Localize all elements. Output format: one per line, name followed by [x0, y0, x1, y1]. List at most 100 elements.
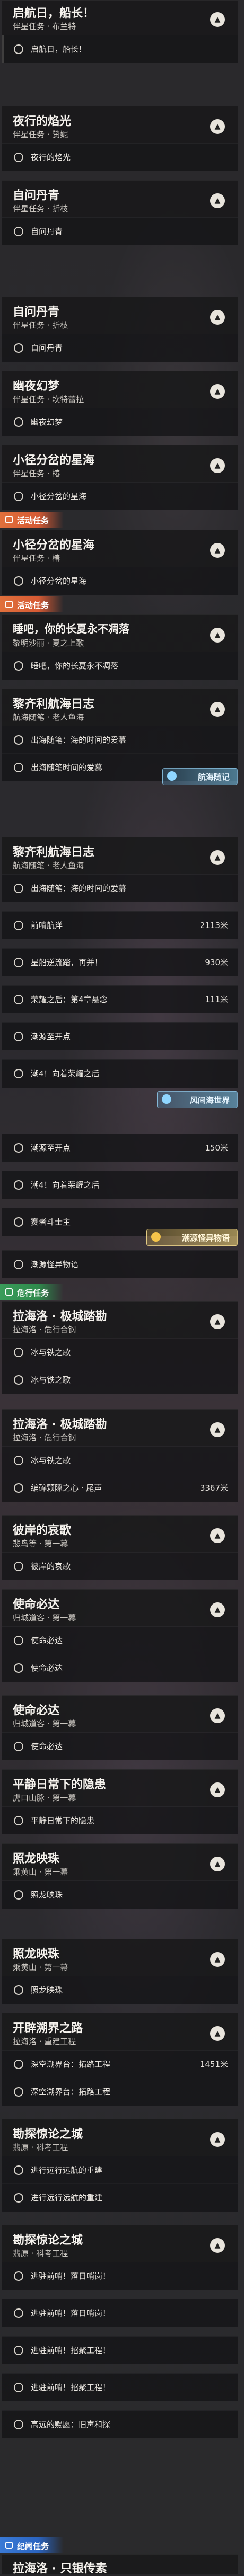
quest-card[interactable]: 小径分岔的星海 伴星任务 · 椿 ▲	[2, 445, 238, 482]
objective-row[interactable]: 潮4！向着荣耀之后	[2, 1059, 238, 1088]
chevron-up-icon[interactable]: ▲	[210, 12, 225, 27]
objective-row[interactable]: 深空溯界台：拓路工程 1451米	[2, 2050, 238, 2078]
objective-row[interactable]: 进驻前哨！落日哨岗！	[2, 2299, 238, 2327]
quest-card[interactable]: 彼岸的哀歌 悲鸟等 · 第一幕 ▲	[2, 1515, 238, 1552]
objective-circle-icon	[14, 1562, 23, 1571]
objective-label: 冰与铁之歌	[31, 1456, 71, 1465]
chevron-up-icon[interactable]: ▲	[210, 1857, 225, 1871]
quest-card[interactable]: 拉海洛 · 只银传素	[2, 2554, 238, 2575]
quest-card[interactable]: 睡吧，你的长夏永不凋落 黎明沙丽 · 夏之上歌 ▲	[2, 614, 238, 652]
objective-row[interactable]: 照龙映珠	[2, 1880, 238, 1909]
objective-row[interactable]: 潮源至开点 150米	[2, 1134, 238, 1162]
chevron-up-icon[interactable]: ▲	[210, 1528, 225, 1543]
objective-label: 使命必达	[31, 1636, 63, 1645]
objective-row[interactable]: 潮源怪异物语	[2, 1250, 238, 1278]
quest-card[interactable]: 照龙映珠 乘黄山 · 第一幕 ▲	[2, 1939, 238, 1976]
objective-row[interactable]: 启航日，船长！	[2, 35, 238, 63]
objective-row[interactable]: 进驻前哨！招聚工程！	[2, 2373, 238, 2401]
objective-label: 启航日，船长！	[31, 44, 87, 54]
chevron-up-icon[interactable]: ▲	[210, 458, 225, 473]
quest-card[interactable]: 使命必达 归城道客 · 第一幕 ▲	[2, 1695, 238, 1732]
quest-subtitle: 翡原 · 科考工程	[13, 2249, 68, 2258]
quest-category-icon	[5, 601, 13, 608]
objective-row[interactable]: 冰与铁之歌	[2, 1366, 238, 1394]
objective-label: 潮源至开点	[31, 1032, 71, 1041]
quest-card[interactable]: 黎齐利航海日志 航海随笔 · 老人鱼海 ▲	[2, 837, 238, 874]
quest-card[interactable]: 拉海洛 · 极城踏勘 拉海洛 · 危行合钢 ▲	[2, 1301, 238, 1338]
objective-row[interactable]: 彼岸的哀歌	[2, 1552, 238, 1580]
quest-card[interactable]: 小径分岔的星海 伴星任务 · 椿 ▲	[2, 530, 238, 567]
objective-row[interactable]: 幽夜幻梦	[2, 408, 238, 436]
tag-label: 活动任务	[17, 516, 49, 525]
objective-row[interactable]: 星船逆流踏，再并！ 930米	[2, 948, 238, 976]
objective-circle-icon	[14, 44, 23, 54]
chevron-up-icon[interactable]: ▲	[210, 1602, 225, 1617]
objective-row[interactable]: 进驻前哨！招聚工程！	[2, 2336, 238, 2364]
quest-card[interactable]: 拉海洛 · 极城踏勘 拉海洛 · 危行合钢 ▲	[2, 1409, 238, 1446]
quest-title: 自问丹青	[13, 306, 60, 319]
chevron-up-icon[interactable]: ▲	[210, 310, 225, 325]
quest-title: 勘探惊论之城	[13, 2128, 83, 2141]
quest-card[interactable]: 使命必达 归城道客 · 第一幕 ▲	[2, 1589, 238, 1626]
objective-row[interactable]: 潮4！向着荣耀之后	[2, 1171, 238, 1199]
chevron-up-icon[interactable]: ▲	[210, 119, 225, 134]
objective-row[interactable]: 平静日常下的隐患	[2, 1806, 238, 1834]
objective-row[interactable]: 自问丹青	[2, 334, 238, 362]
objective-circle-icon	[14, 2308, 23, 2318]
quest-card[interactable]: 勘探惊论之城 翡原 · 科考工程 ▲	[2, 2225, 238, 2262]
objective-row[interactable]: 编碎颗隙之心 · 尾声 3367米	[2, 1474, 238, 1502]
objective-row[interactable]: 使命必达	[2, 1654, 238, 1682]
chevron-up-icon[interactable]: ▲	[210, 1708, 225, 1723]
objective-row[interactable]: 照龙映珠	[2, 1976, 238, 2004]
quest-card[interactable]: 勘探惊论之城 翡原 · 科考工程 ▲	[2, 2119, 238, 2156]
chevron-up-icon[interactable]: ▲	[210, 2026, 225, 2041]
objective-label: 小径分岔的星海	[31, 492, 87, 501]
objective-circle-icon	[14, 2271, 23, 2281]
chevron-up-icon[interactable]: ▲	[210, 193, 225, 208]
objective-row[interactable]: 自问丹青	[2, 217, 238, 245]
objective-row[interactable]: 睡吧，你的长夏永不凋落	[2, 652, 238, 680]
chevron-up-icon[interactable]: ▲	[210, 384, 225, 399]
chevron-up-icon[interactable]: ▲	[210, 543, 225, 558]
objective-row[interactable]: 使命必达	[2, 1732, 238, 1760]
objective-row[interactable]: 出海随笔：海的时间的爱慕	[2, 874, 238, 902]
objective-row[interactable]: 高远的赐愿：旧声和探	[2, 2410, 238, 2438]
quest-card[interactable]: 黎齐利航海日志 航海随笔 · 老人鱼海 ▲	[2, 689, 238, 726]
quest-card[interactable]: 自问丹青 伴星任务 · 折枝 ▲	[2, 297, 238, 334]
objective-row[interactable]: 深空溯界台：拓路工程	[2, 2078, 238, 2106]
objective-row[interactable]: 进行远行远航的重建	[2, 2183, 238, 2212]
objective-row[interactable]: 进驻前哨！落日哨岗！	[2, 2262, 238, 2290]
objective-row[interactable]: 使命必达	[2, 1626, 238, 1654]
chevron-up-icon[interactable]: ▲	[210, 1952, 225, 1967]
objective-row[interactable]: 潮源至开点	[2, 1022, 238, 1050]
quest-card[interactable]: 自问丹青 伴星任务 · 折枝 ▲	[2, 180, 238, 217]
quest-card[interactable]: 平静日常下的隐患 虎口山脉 · 第一幕 ▲	[2, 1769, 238, 1806]
quest-card[interactable]: 开辟溯界之路 拉海洛 · 重建工程 ▲	[2, 2013, 238, 2050]
quest-title: 使命必达	[13, 1598, 60, 1611]
quest-card[interactable]: 照龙映珠 乘黄山 · 第一幕 ▲	[2, 1843, 238, 1880]
chevron-up-icon[interactable]: ▲	[210, 2238, 225, 2253]
objective-row[interactable]: 冰与铁之歌	[2, 1446, 238, 1474]
quest-title: 黎齐利航海日志	[13, 846, 95, 859]
objective-row[interactable]: 出海随笔：海的时间的爱慕	[2, 726, 238, 754]
objective-row[interactable]: 夜行的焰光	[2, 143, 238, 171]
chevron-up-icon[interactable]: ▲	[210, 2132, 225, 2147]
quest-card[interactable]: 启航日，船长！ 伴星任务 · 布兰特 ▲	[2, 0, 238, 35]
chevron-up-icon[interactable]: ▲	[210, 702, 225, 717]
objective-label: 荣耀之后：第4章悬念	[31, 995, 108, 1004]
objective-row[interactable]: 小径分岔的星海	[2, 482, 238, 510]
chevron-up-icon[interactable]: ▲	[210, 628, 225, 643]
quest-card[interactable]: 幽夜幻梦 伴星任务 · 坎特蕾拉 ▲	[2, 371, 238, 408]
chevron-up-icon[interactable]: ▲	[210, 1314, 225, 1329]
objective-row[interactable]: 前哨航洋 2113米	[2, 911, 238, 939]
chevron-up-icon[interactable]: ▲	[210, 1422, 225, 1437]
objective-row[interactable]: 冰与铁之歌	[2, 1338, 238, 1366]
chevron-up-icon[interactable]: ▲	[210, 850, 225, 865]
objective-label: 前哨航洋	[31, 921, 63, 930]
objective-row[interactable]: 进行远行远航的重建	[2, 2156, 238, 2184]
objective-row[interactable]: 荣耀之后：第4章悬念 111米	[2, 985, 238, 1013]
quest-subtitle: 伴星任务 · 折枝	[13, 320, 68, 330]
quest-card[interactable]: 夜行的焰光 伴星任务 · 赞妮 ▲	[2, 106, 238, 143]
objective-row[interactable]: 小径分岔的星海	[2, 567, 238, 595]
chevron-up-icon[interactable]: ▲	[210, 1782, 225, 1797]
